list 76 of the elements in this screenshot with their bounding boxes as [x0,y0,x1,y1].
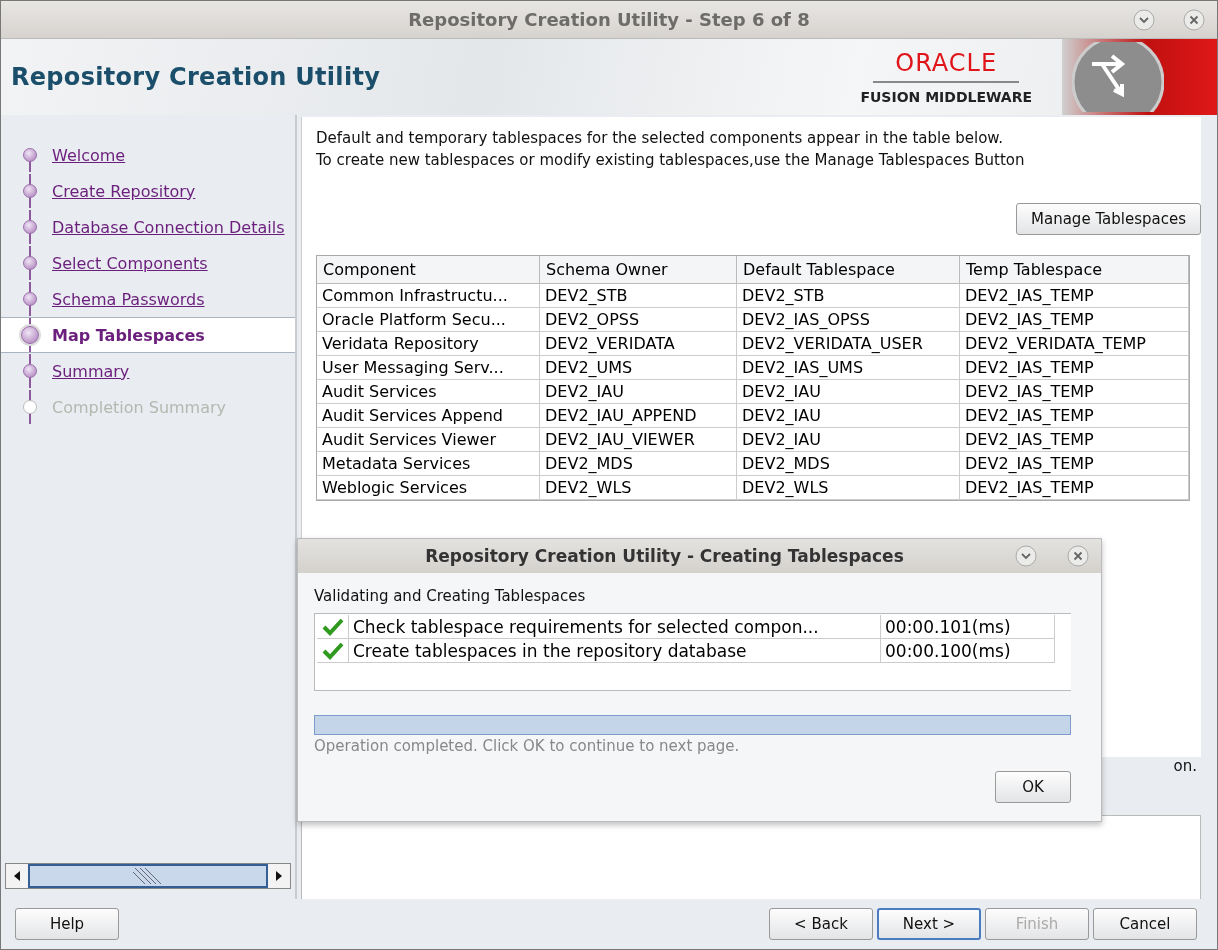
scroll-right-icon[interactable] [275,871,283,881]
step-link[interactable]: Welcome [52,145,126,165]
table-cell: Audit Services [317,380,540,404]
status-text: Operation completed. Click OK to continue to next page. [314,737,741,755]
app-title: Repository Creation Utility [11,63,381,91]
dialog-title: Repository Creation Utility - Creating Tablespaces [425,546,904,566]
table-cell: DEV2_STB [540,284,737,308]
step-link[interactable]: Schema Passwords [52,289,205,309]
table-cell: DEV2_VERIDATA_TEMP [960,332,1189,356]
table-cell: DEV2_IAU [540,380,737,404]
table-cell: Metadata Services [317,452,540,476]
table-cell: Veridata Repository [317,332,540,356]
table-cell: DEV2_IAS_TEMP [960,428,1189,452]
column-header[interactable]: Temp Tablespace [960,256,1189,284]
table-cell: User Messaging Serv... [317,356,540,380]
table-cell: DEV2_IAU [737,404,960,428]
table-cell: DEV2_WLS [540,476,737,500]
column-header[interactable]: Default Tablespace [737,256,960,284]
task-time: 00:00.101(ms) [881,615,1055,639]
table-cell: DEV2_IAS_TEMP [960,380,1189,404]
table-cell: DEV2_IAS_TEMP [960,404,1189,428]
close-icon[interactable] [1183,9,1205,31]
window-title: Repository Creation Utility - Step 6 of 8 [408,9,810,30]
table-cell: Oracle Platform Secu... [317,308,540,332]
close-icon[interactable] [1067,545,1089,567]
table-cell: DEV2_IAS_TEMP [960,476,1189,500]
task-time: 00:00.100(ms) [881,639,1055,663]
partial-text: on. [1173,757,1197,775]
table-cell: DEV2_VERIDATA [540,332,737,356]
table-cell: DEV2_UMS [540,356,737,380]
table-cell: DEV2_IAS_TEMP [960,284,1189,308]
minimize-icon[interactable] [1015,545,1037,567]
task-name: Create tablespaces in the repository database [349,639,881,663]
grip-icon [133,868,163,884]
table-cell: Audit Services Viewer [317,428,540,452]
column-header[interactable]: Schema Owner [540,256,737,284]
table-cell: DEV2_IAU_APPEND [540,404,737,428]
description-text: To create new tablespaces or modify existing tablespaces,use the Manage Tablespaces Button [316,150,1026,171]
table-cell: Weblogic Services [317,476,540,500]
table-cell: DEV2_IAU_VIEWER [540,428,737,452]
table-cell: DEV2_WLS [737,476,960,500]
step-link[interactable]: Summary [52,361,130,381]
dialog-heading: Validating and Creating Tablespaces [314,587,587,605]
step-link[interactable]: Select Components [52,253,208,273]
table-cell: DEV2_IAU [737,428,960,452]
table-cell: DEV2_IAS_TEMP [960,356,1189,380]
table-cell: DEV2_IAS_OPSS [737,308,960,332]
nav-button[interactable]: Next > [877,908,981,940]
table-cell: DEV2_IAS_TEMP [960,308,1189,332]
horizontal-scrollbar[interactable] [5,863,291,889]
table-cell: DEV2_IAS_UMS [737,356,960,380]
table-cell: Common Infrastructu... [317,284,540,308]
table-cell: Audit Services Append [317,404,540,428]
table-cell: DEV2_MDS [737,452,960,476]
step-link[interactable]: Create Repository [52,181,196,201]
table-cell: DEV2_IAU [737,380,960,404]
table-cell: DEV2_STB [737,284,960,308]
scroll-left-icon[interactable] [13,871,21,881]
table-cell: DEV2_OPSS [540,308,737,332]
table-cell: DEV2_IAS_TEMP [960,452,1189,476]
emblem-icon [1072,42,1164,112]
scroll-thumb[interactable] [28,864,268,888]
task-name: Check tablespace requirements for selected compon... [349,615,881,639]
column-header[interactable]: Component [317,256,540,284]
nav-button[interactable]: Cancel [1093,908,1197,940]
minimize-icon[interactable] [1133,9,1155,31]
description-text: Default and temporary tablespaces for the selected components appear in the table below. [316,128,1004,149]
manage-tablespaces-button[interactable]: Manage Tablespaces [1016,203,1201,235]
ok-button[interactable]: OK [995,771,1071,803]
table-cell: DEV2_VERIDATA_USER [737,332,960,356]
nav-button[interactable]: < Back [769,908,873,940]
logo-product: FUSION MIDDLEWARE [860,89,1032,105]
help-button[interactable]: Help [15,908,119,940]
table-cell: DEV2_MDS [540,452,737,476]
logo-brand: ORACLE [873,49,1020,83]
step-link[interactable]: Database Connection Details [52,217,285,237]
